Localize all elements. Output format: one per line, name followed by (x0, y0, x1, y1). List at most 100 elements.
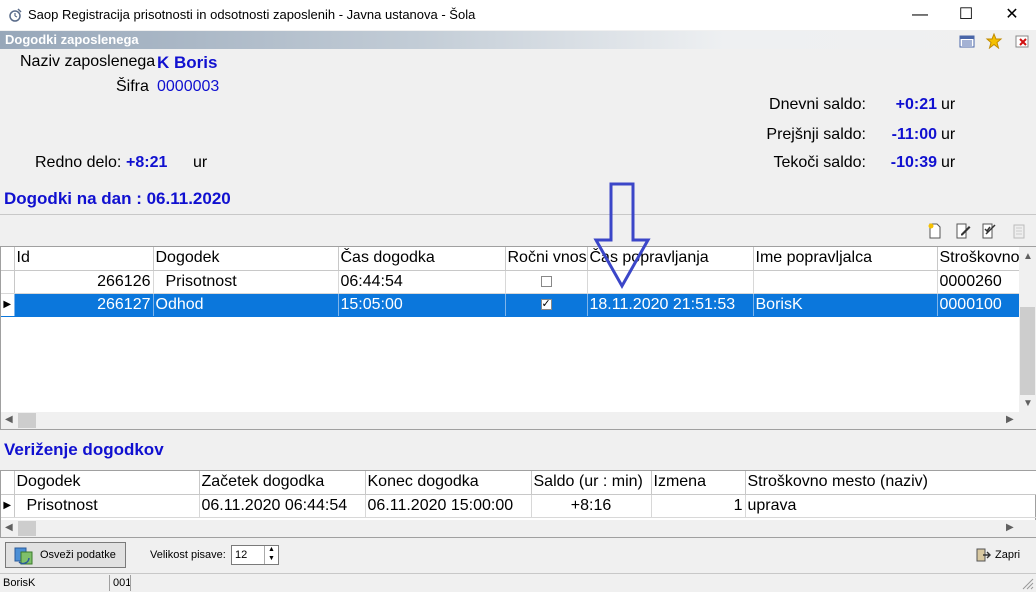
previous-balance-label: Prejšnji saldo: (766, 126, 866, 143)
column-header-end[interactable]: Konec dogodka (365, 471, 532, 495)
edit-record-icon[interactable] (954, 222, 972, 240)
window-title: Saop Registracija prisotnosti in odsotno… (28, 7, 476, 22)
cell-id: 266126 (14, 270, 154, 294)
row-indicator (1, 270, 15, 294)
edit-checklist-icon[interactable] (980, 222, 998, 240)
cell-shift: 1 (651, 494, 746, 518)
cell-event-time: 15:05:00 (338, 293, 506, 317)
table-row-selected[interactable]: ▶ 266127 Odhod 15:05:00 ✓ 18.11.2020 21:… (1, 293, 1021, 317)
cell-manual-entry: ✓ (505, 293, 588, 317)
font-size-stepper[interactable]: 12 ▲ ▼ (231, 545, 279, 565)
status-separator (130, 575, 131, 591)
cell-manual-entry (505, 270, 588, 294)
column-header-event-time[interactable]: Čas dogodka (338, 247, 506, 271)
column-header-cost-center[interactable]: Stroškovno (937, 247, 1021, 271)
cell-editor: BorisK (753, 293, 938, 317)
employee-name-label: Naziv zaposlenega (20, 53, 156, 70)
employee-code-label: Šifra (116, 78, 149, 95)
font-size-label: Velikost pisave: (150, 549, 226, 561)
scroll-left-icon[interactable]: ◀ (5, 414, 13, 425)
regular-work-label: Redno delo: (35, 154, 122, 171)
daily-balance-value: +0:21 (895, 96, 937, 113)
column-header-event[interactable]: Dogodek (14, 471, 200, 495)
cell-cost-center: 0000100 (937, 293, 1021, 317)
events-vertical-scrollbar[interactable]: ▲ ▼ (1019, 247, 1036, 412)
maximize-button[interactable]: ☐ (943, 0, 989, 30)
events-heading: Dogodki na dan : 06.11.2020 (4, 189, 231, 208)
minimize-icon: — (912, 6, 928, 23)
column-header-balance[interactable]: Saldo (ur : min) (531, 471, 652, 495)
refresh-button[interactable]: Osveži podatke (5, 542, 126, 568)
cell-end: 06.11.2020 15:00:00 (365, 494, 532, 518)
column-header-editor[interactable]: Ime popravljalca (753, 247, 938, 271)
column-header-event[interactable]: Dogodek (153, 247, 339, 271)
cell-event-time: 06:44:54 (338, 270, 506, 294)
annotation-arrow (593, 182, 651, 290)
chain-grid: Dogodek Začetek dogodka Konec dogodka Sa… (0, 470, 1036, 538)
refresh-label: Osveži podatke (40, 549, 116, 561)
employee-code-value: 0000003 (157, 78, 220, 95)
events-horizontal-scrollbar[interactable]: ◀ ▶ (1, 412, 1036, 429)
daily-balance-label: Dnevni saldo: (769, 96, 866, 113)
previous-balance-unit: ur (941, 126, 956, 143)
cell-editor (753, 270, 938, 294)
manual-entry-checkbox[interactable]: ✓ (540, 298, 552, 310)
close-form-icon[interactable] (1013, 33, 1031, 49)
table-row[interactable]: 266126 Prisotnost 06:44:54 0000260 (1, 270, 1021, 294)
column-header-cost-center-name[interactable]: Stroškovno mesto (naziv) (745, 471, 1036, 495)
column-header-id[interactable]: Id (14, 247, 154, 271)
regular-work-value: +8:21 (126, 154, 168, 171)
close-button[interactable]: ✕ (989, 0, 1035, 30)
increment-icon[interactable]: ▲ (264, 546, 278, 555)
status-separator (109, 575, 110, 591)
close-window-button[interactable]: Zapri (975, 546, 1025, 566)
minimize-button[interactable]: — (897, 0, 943, 30)
resize-grip-icon[interactable] (1020, 576, 1034, 590)
table-header-row: Id Dogodek Čas dogodka Ročni vnos Čas po… (1, 247, 1021, 271)
list-view-icon[interactable] (958, 33, 976, 49)
status-user: BorisK (3, 577, 36, 589)
table-row[interactable]: ▶ Prisotnost 06.11.2020 06:44:54 06.11.2… (1, 494, 1036, 518)
current-balance-value: -10:39 (890, 154, 937, 171)
column-header-manual-entry[interactable]: Ročni vnos (505, 247, 588, 271)
new-record-icon[interactable] (926, 222, 944, 240)
scroll-right-icon[interactable]: ▶ (1006, 522, 1014, 533)
scroll-thumb[interactable] (1020, 307, 1035, 395)
manual-entry-checkbox[interactable] (540, 275, 552, 287)
cell-id: 266127 (14, 293, 154, 317)
events-table: Id Dogodek Čas dogodka Ročni vnos Čas po… (1, 247, 1021, 317)
cell-start: 06.11.2020 06:44:54 (199, 494, 366, 518)
divider (0, 214, 1036, 215)
close-window-label: Zapri (995, 549, 1021, 561)
section-title: Dogodki zaposlenega (5, 32, 139, 47)
scroll-up-icon[interactable]: ▲ (1023, 251, 1033, 262)
table-header-row: Dogodek Začetek dogodka Konec dogodka Sa… (1, 471, 1036, 495)
regular-work-unit: ur (193, 154, 208, 171)
delete-record-icon (1013, 224, 1025, 239)
events-grid: Id Dogodek Čas dogodka Ročni vnos Čas po… (0, 246, 1036, 430)
font-size-value: 12 (235, 549, 248, 561)
cell-balance: +8:16 (531, 494, 652, 518)
scroll-left-icon[interactable]: ◀ (5, 522, 13, 533)
section-header: Dogodki zaposlenega (0, 31, 1036, 49)
row-indicator-header (1, 471, 15, 495)
scroll-thumb[interactable] (18, 413, 36, 428)
row-indicator-header (1, 247, 15, 271)
daily-balance-unit: ur (941, 96, 956, 113)
chain-heading: Veriženje dogodkov (4, 440, 164, 459)
decrement-icon[interactable]: ▼ (264, 555, 278, 564)
close-icon: ✕ (1005, 6, 1019, 23)
current-row-indicator-icon: ▶ (1, 293, 15, 317)
column-header-shift[interactable]: Izmena (651, 471, 746, 495)
status-code: 001 (113, 577, 132, 589)
maximize-icon: ☐ (958, 6, 974, 23)
chain-table: Dogodek Začetek dogodka Konec dogodka Sa… (1, 471, 1036, 518)
previous-balance-value: -11:00 (891, 126, 937, 143)
column-header-start[interactable]: Začetek dogodka (199, 471, 366, 495)
scroll-right-icon[interactable]: ▶ (1006, 414, 1014, 425)
chain-horizontal-scrollbar[interactable]: ◀ ▶ (1, 520, 1036, 537)
favorite-star-icon[interactable] (985, 33, 1003, 49)
cell-edit-time: 18.11.2020 21:51:53 (587, 293, 754, 317)
scroll-down-icon[interactable]: ▼ (1023, 398, 1033, 409)
scroll-thumb[interactable] (18, 521, 36, 536)
